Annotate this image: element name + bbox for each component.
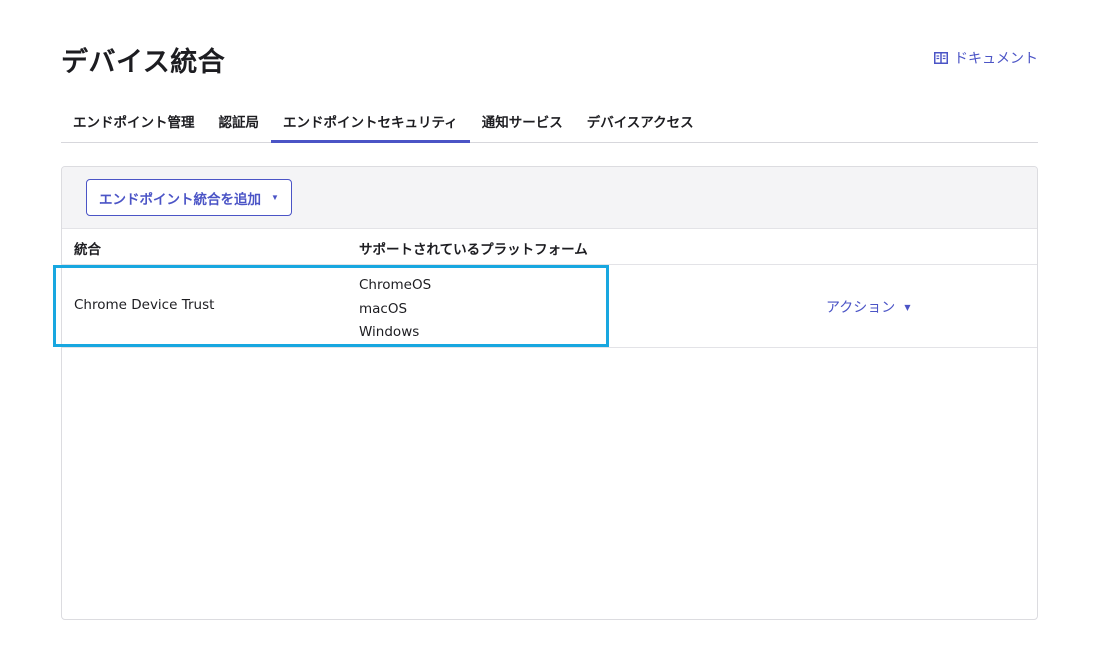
platform-item: ChromeOS: [359, 277, 432, 293]
documentation-label: ドキュメント: [954, 51, 1038, 67]
column-header-platforms: サポートされているプラットフォーム: [359, 242, 588, 258]
action-label: アクション: [826, 300, 896, 316]
card-toolbar: エンドポイント統合を追加 ▼: [62, 167, 1037, 229]
integrations-card: エンドポイント統合を追加 ▼ 統合 サポートされているプラットフォーム Chro…: [61, 166, 1038, 620]
platform-item: Windows: [359, 324, 420, 340]
tab-bar: エンドポイント管理 認証局 エンドポイントセキュリティ 通知サービス デバイスア…: [61, 106, 1038, 143]
action-menu-button[interactable]: アクション ▼: [826, 297, 910, 317]
tab-endpoint-security[interactable]: エンドポイントセキュリティ: [271, 106, 470, 143]
table-header: 統合 サポートされているプラットフォーム: [62, 229, 1037, 265]
page-title: デバイス統合: [61, 47, 226, 78]
book-icon: [934, 52, 948, 64]
add-button-label: エンドポイント統合を追加: [99, 191, 261, 207]
documentation-link[interactable]: ドキュメント: [934, 48, 1038, 68]
caret-down-icon: ▼: [904, 302, 911, 312]
platform-item: macOS: [359, 300, 408, 317]
device-integrations-page: デバイス統合 ドキュメント エンドポイント管理 認証局 エンドポイントセキュリテ…: [0, 0, 1100, 661]
tab-notification-services[interactable]: 通知サービス: [470, 106, 575, 142]
column-header-integration: 統合: [74, 242, 101, 258]
tab-device-access[interactable]: デバイスアクセス: [575, 106, 706, 142]
add-endpoint-integration-button[interactable]: エンドポイント統合を追加 ▼: [86, 179, 292, 216]
integration-name: Chrome Device Trust: [74, 297, 215, 313]
caret-down-icon: ▼: [271, 193, 279, 202]
tab-endpoint-management[interactable]: エンドポイント管理: [61, 106, 207, 142]
tab-certificate-authority[interactable]: 認証局: [207, 106, 272, 142]
table-row: Chrome Device Trust ChromeOS macOS Windo…: [62, 265, 1037, 348]
platform-list: ChromeOS macOS Windows: [359, 274, 431, 345]
